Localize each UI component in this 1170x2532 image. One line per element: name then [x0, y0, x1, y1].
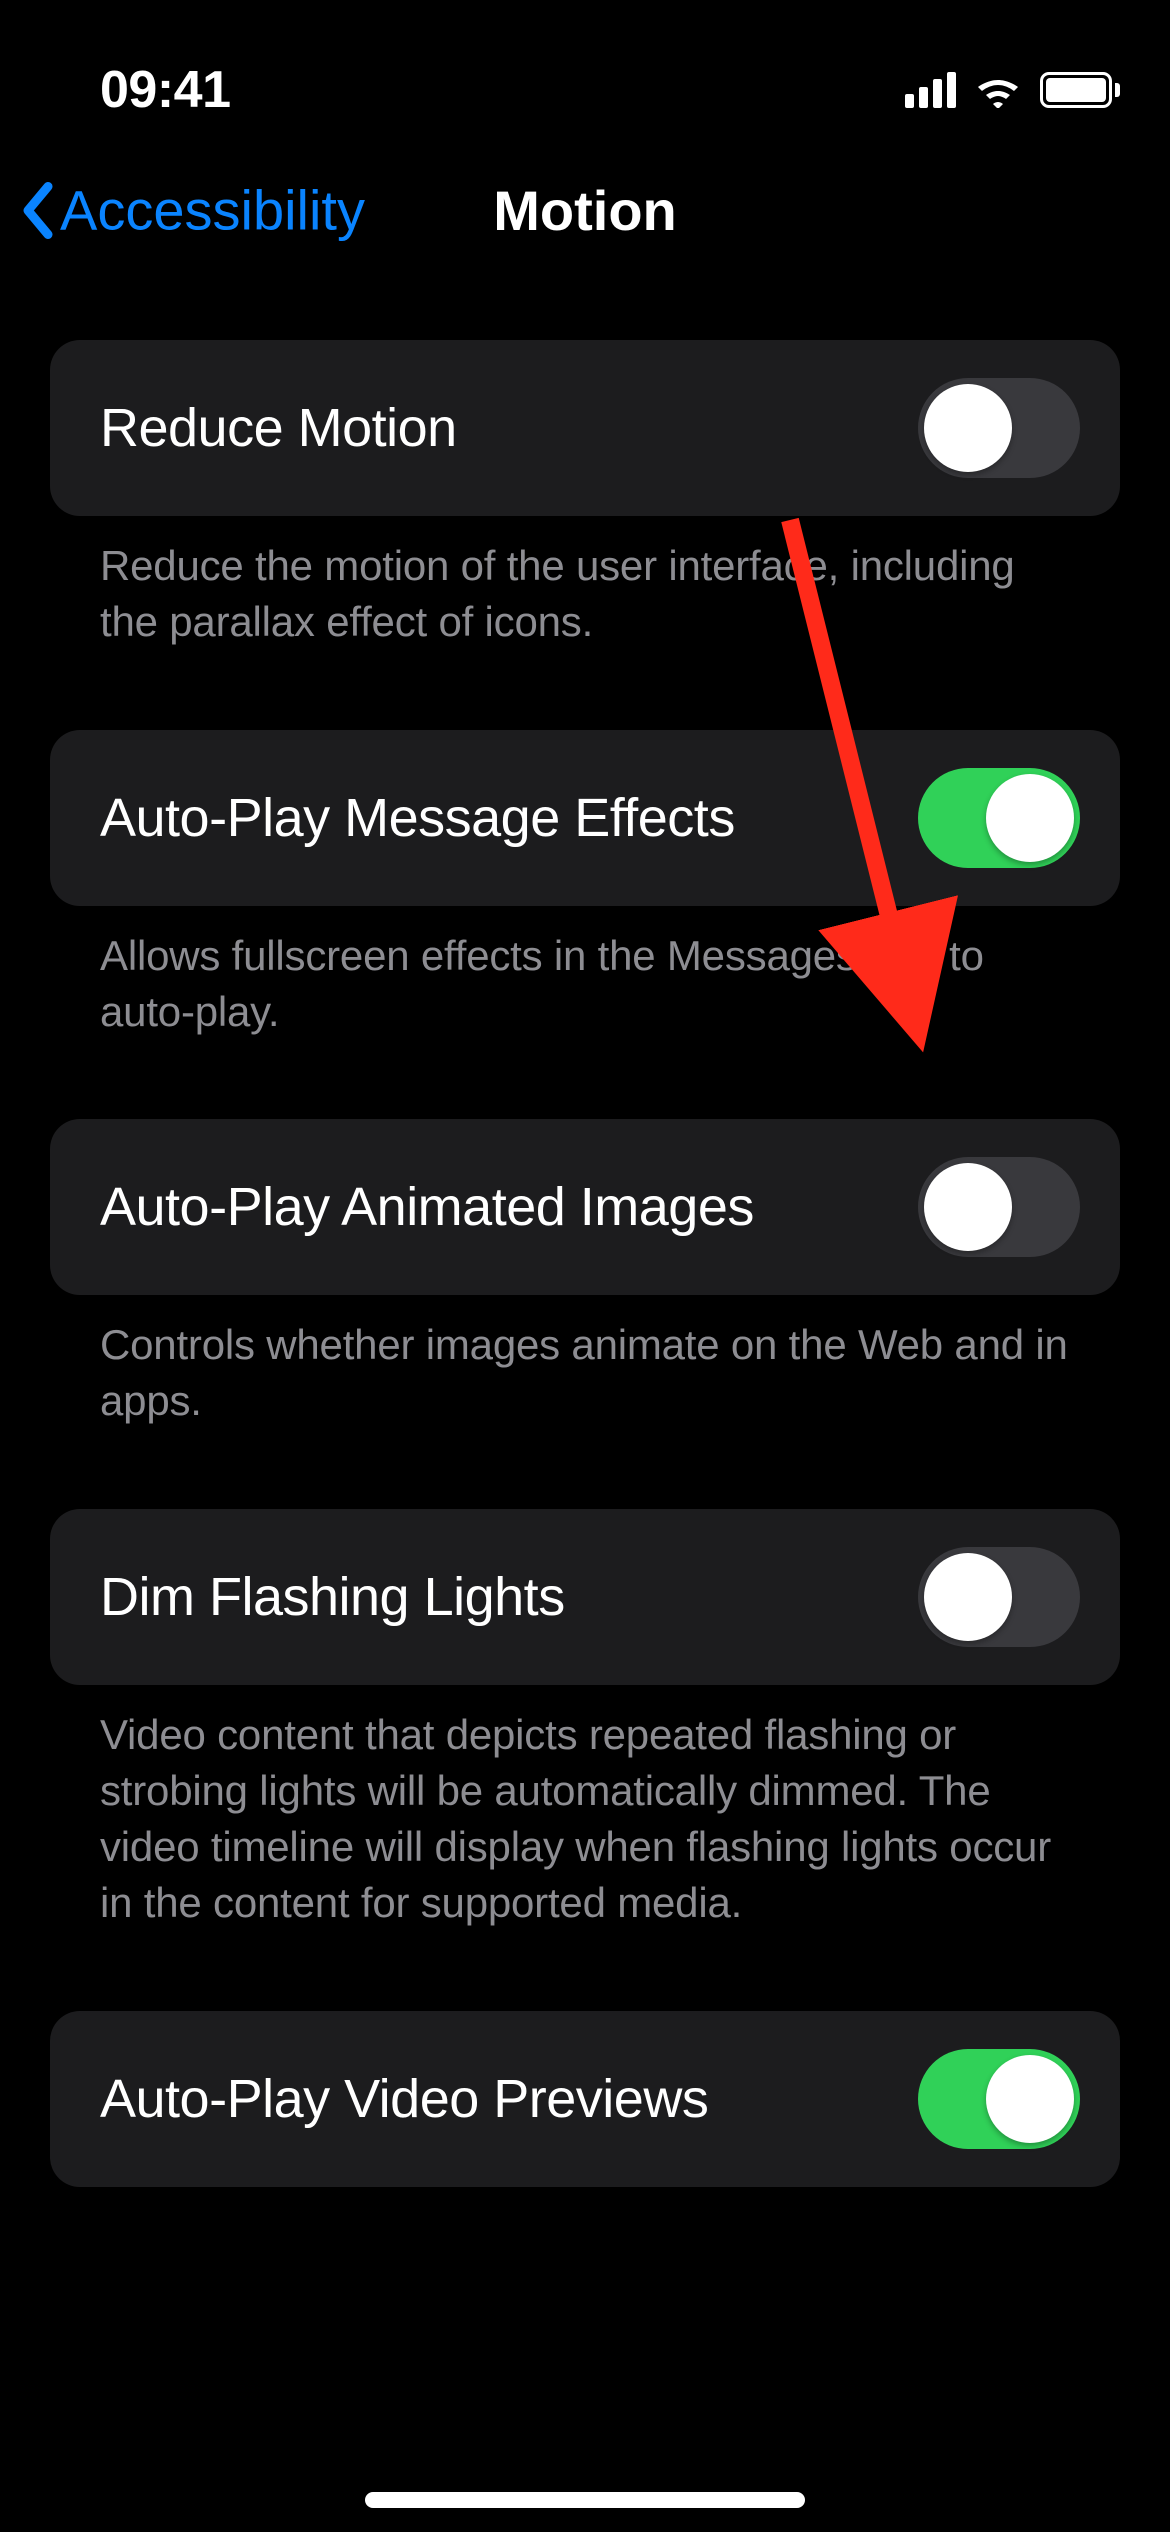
row-auto-play-video-previews[interactable]: Auto-Play Video Previews [50, 2011, 1120, 2187]
nav-bar: Accessibility Motion [0, 140, 1170, 280]
settings-content: Reduce Motion Reduce the motion of the u… [0, 280, 1170, 2187]
row-footer: Reduce the motion of the user interface,… [50, 516, 1120, 650]
row-label: Reduce Motion [100, 397, 457, 459]
page-title: Motion [493, 178, 676, 243]
back-button[interactable]: Accessibility [20, 178, 365, 243]
toggle-reduce-motion[interactable] [918, 378, 1080, 478]
toggle-auto-play-message-effects[interactable] [918, 768, 1080, 868]
status-bar: 09:41 [0, 0, 1170, 140]
row-footer: Controls whether images animate on the W… [50, 1295, 1120, 1429]
row-auto-play-message-effects[interactable]: Auto-Play Message Effects [50, 730, 1120, 906]
home-indicator[interactable] [365, 2492, 805, 2508]
toggle-dim-flashing-lights[interactable] [918, 1547, 1080, 1647]
chevron-left-icon [20, 180, 56, 240]
status-icons [905, 72, 1120, 108]
row-footer: Allows fullscreen effects in the Message… [50, 906, 1120, 1040]
row-label: Auto-Play Animated Images [100, 1176, 754, 1238]
row-auto-play-animated-images[interactable]: Auto-Play Animated Images [50, 1119, 1120, 1295]
row-label: Dim Flashing Lights [100, 1566, 565, 1628]
row-footer: Video content that depicts repeated flas… [50, 1685, 1120, 1930]
toggle-auto-play-animated-images[interactable] [918, 1157, 1080, 1257]
toggle-auto-play-video-previews[interactable] [918, 2049, 1080, 2149]
wifi-icon [974, 72, 1022, 108]
back-label: Accessibility [60, 178, 365, 243]
row-reduce-motion[interactable]: Reduce Motion [50, 340, 1120, 516]
row-label: Auto-Play Video Previews [100, 2068, 708, 2130]
row-dim-flashing-lights[interactable]: Dim Flashing Lights [50, 1509, 1120, 1685]
status-time: 09:41 [100, 60, 231, 120]
cellular-signal-icon [905, 72, 956, 108]
row-label: Auto-Play Message Effects [100, 787, 735, 849]
battery-icon [1040, 72, 1120, 108]
